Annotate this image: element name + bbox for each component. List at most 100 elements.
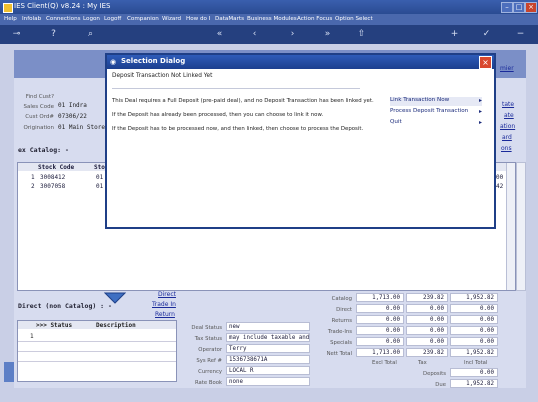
stock-code-cell[interactable]: 3008412 [40,174,65,181]
direct-grid[interactable]: >>> Status Description 1 [17,320,177,382]
right-link-1[interactable]: mier [500,65,514,72]
direct-excl: 0.00 [356,304,404,313]
catalog-section-title: ex Catalog: - [18,146,69,154]
sys-ref-field[interactable]: 1536738671A [226,355,310,364]
minimize-button[interactable]: – [501,2,513,13]
return-link[interactable]: Return [155,311,175,318]
nett-tax: 239.82 [406,348,448,357]
trade-ins-incl: 0.00 [450,326,498,335]
chevron-right-icon: ▸ [478,97,482,104]
col-stock-code[interactable]: Stock Code [38,164,74,171]
side-tab[interactable] [4,362,14,382]
menu-bar: Help Infolab Connections Logon Logoff Co… [0,14,538,25]
chevron-right-icon: ▸ [478,119,482,126]
selection-dialog: ◉ Selection Dialog × Deposit Transaction… [105,53,496,229]
trade-ins-tax: 0.00 [406,326,448,335]
right-value-cell[interactable]: 00 [496,174,503,181]
forward-icon[interactable]: › [286,28,299,41]
currency-field[interactable]: LOCAL R [226,366,310,375]
help-icon[interactable]: ? [47,28,60,41]
menu-logoff[interactable]: Logoff [104,16,121,22]
right-link-4[interactable]: ation [500,123,515,130]
confirm-icon[interactable]: ✓ [480,28,493,41]
col-status[interactable]: >>> Status [36,322,72,329]
menu-action-focus[interactable]: Action Focus [297,16,332,22]
right-value-cell[interactable]: 42 [496,183,503,190]
rate-book-field[interactable]: none [226,377,310,386]
due-label: Due [435,382,446,388]
menu-logon[interactable]: Logon [83,16,100,22]
catalog-incl: 1,952.82 [450,293,498,302]
dialog-close-button[interactable]: × [479,56,492,69]
stock-code-cell[interactable]: 3007058 [40,183,65,190]
quit-option[interactable]: Quit ▸ [390,119,482,128]
menu-infolab[interactable]: Infolab [22,16,41,22]
operator-field[interactable]: Terry [226,344,310,353]
direct-link[interactable]: Direct [158,291,176,298]
row-number: 1 [30,333,34,340]
trade-ins-total-label: Trade-Ins [327,329,352,335]
main-scrollbar[interactable] [516,162,526,291]
incl-total-label: Incl Total [464,360,488,366]
last-icon[interactable]: » [321,28,334,41]
currency-label: Currency [198,369,222,375]
row-number: 1 [31,174,35,181]
grid-scrollbar[interactable] [506,163,515,290]
col-description[interactable]: Description [96,322,136,329]
close-window-button[interactable]: × [525,2,537,13]
search-icon[interactable]: ⌕ [84,28,97,41]
right-link-5[interactable]: ard [502,134,512,141]
nett-incl: 1,952.82 [450,348,498,357]
dialog-heading: Deposit Transaction Not Linked Yet [112,73,213,79]
catalog-excl: 1,713.00 [356,293,404,302]
chevron-right-icon: ▸ [478,108,482,115]
menu-business-modules[interactable]: Business Modules [247,16,297,22]
menu-help[interactable]: Help [4,16,17,22]
origination-value[interactable]: 01 Main Store [58,124,105,131]
option-label: Link Transaction Now [390,97,450,103]
trade-in-link[interactable]: Trade In [152,301,176,308]
title-bar: IES Client(Q) v8.24 : My IES – □ × [0,0,538,14]
right-link-3[interactable]: ate [504,112,514,119]
menu-companion[interactable]: Companion [127,16,159,22]
specials-tax: 0.00 [406,337,448,346]
maximize-button[interactable]: □ [513,2,525,13]
sales-code-label: Sales Code [23,104,54,110]
store-cell[interactable]: 01 [96,183,103,190]
option-label: Quit [390,119,402,125]
toolbar: ⊸ ? ⌕ « ‹ › » ⇧ + ✓ − [0,25,538,44]
dialog-title: Selection Dialog [121,57,186,65]
right-link-6[interactable]: ons [501,145,512,152]
returns-excl: 0.00 [356,315,404,324]
menu-option-select[interactable]: Option Select [335,16,373,22]
back-icon[interactable]: ‹ [248,28,261,41]
upload-icon[interactable]: ⇧ [355,28,368,41]
right-link-2[interactable]: tate [502,101,514,108]
first-icon[interactable]: « [213,28,226,41]
menu-connections[interactable]: Connections [46,16,81,22]
add-icon[interactable]: + [448,28,461,41]
deposits-label: Deposits [422,371,446,377]
link-transaction-now-option[interactable]: Link Transaction Now ▸ [390,97,482,106]
app-icon [3,3,13,13]
operator-label: Operator [198,347,222,353]
direct-incl: 0.00 [450,304,498,313]
tax-status-field[interactable]: may include taxable and [226,333,310,342]
delete-icon[interactable]: − [514,28,527,41]
key-icon[interactable]: ⊸ [10,28,23,41]
menu-datamarts[interactable]: DataMarts [215,16,244,22]
deal-status-field[interactable]: new [226,322,310,331]
divider [18,361,176,362]
menu-wizard[interactable]: Wizard [162,16,181,22]
option-label: Process Deposit Transaction [390,108,469,114]
process-deposit-transaction-option[interactable]: Process Deposit Transaction ▸ [390,108,482,117]
dialog-line-1: This Deal requires a Full Deposit (pre-p… [112,98,374,104]
specials-total-label: Specials [330,340,352,346]
sales-code-value[interactable]: 01 Indra [58,102,87,109]
direct-section-title: Direct (non Catalog) : - [18,302,112,310]
menu-how-do-i[interactable]: How do I [186,16,210,22]
dialog-title-bar: ◉ Selection Dialog [107,55,494,69]
store-cell[interactable]: 01 [96,174,103,181]
chevron-down-icon[interactable] [104,291,126,305]
cust-ord-value[interactable]: 07306/22 [58,113,87,120]
